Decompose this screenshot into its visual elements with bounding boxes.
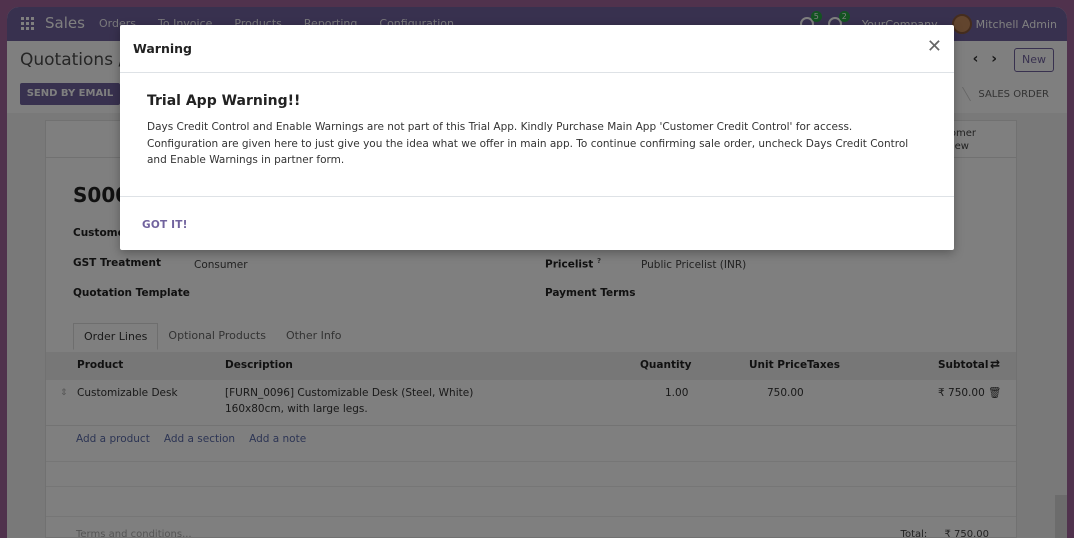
dialog-body: Trial App Warning!! Days Credit Control … (147, 93, 922, 169)
close-icon[interactable]: ✕ (927, 38, 942, 56)
warning-message: Days Credit Control and Enable Warnings … (147, 121, 909, 166)
warning-dialog: Warning ✕ Trial App Warning!! Days Credi… (120, 25, 954, 250)
got-it-button[interactable]: GOT IT! (133, 217, 197, 233)
dialog-header: Warning ✕ (120, 25, 954, 73)
warning-heading: Trial App Warning!! (147, 93, 301, 109)
dialog-footer: GOT IT! (120, 196, 954, 250)
dialog-title: Warning (133, 41, 192, 56)
